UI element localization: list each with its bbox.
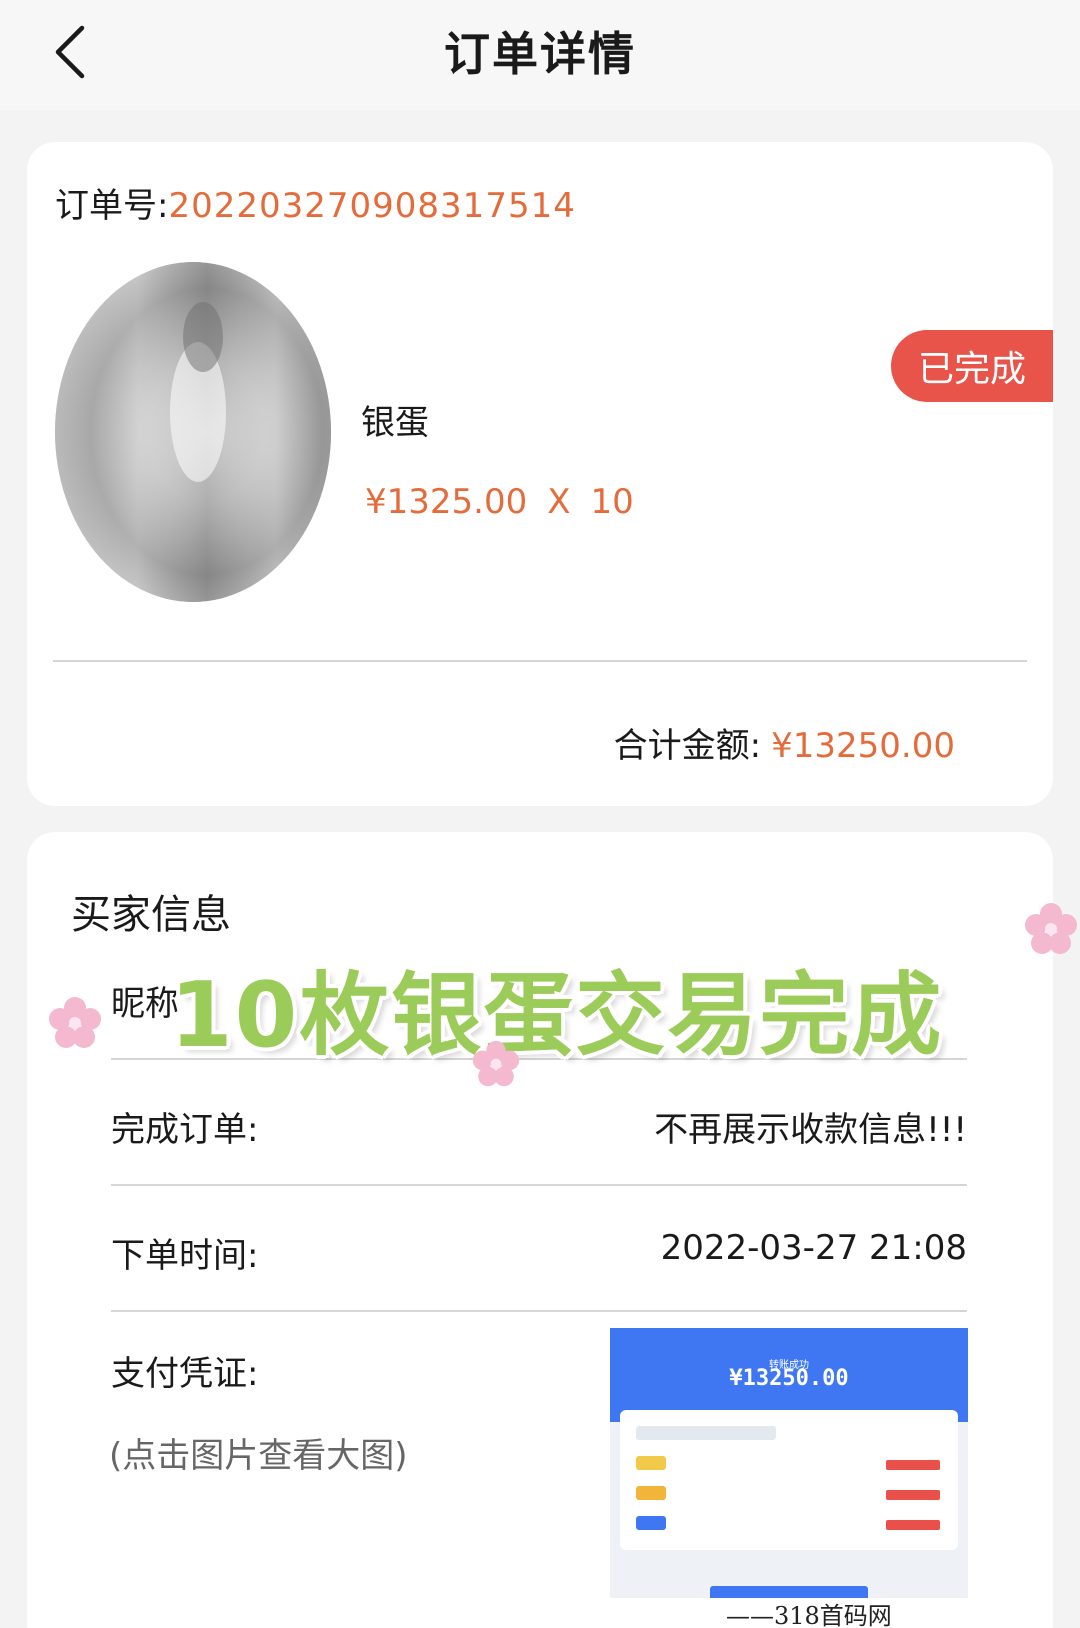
flower-icon bbox=[472, 1040, 520, 1087]
receipt-amount: ¥13250.00 bbox=[729, 1366, 849, 1391]
receipt-icon bbox=[636, 1516, 666, 1530]
order-number-value: 20220327090831751​4 bbox=[168, 186, 576, 226]
flower-icon bbox=[49, 997, 101, 1048]
order-total: 合计金额: ¥13250.00 bbox=[614, 718, 955, 767]
product-price: ¥1325.00 bbox=[365, 482, 528, 522]
complete-order-value: 不再展示收款信息!!! bbox=[654, 1110, 967, 1150]
order-number: 订单号:20220327090831751​4 bbox=[55, 178, 576, 227]
order-card: 订单号:20220327090831751​4 已完成 银蛋 ¥1325.00 bbox=[27, 142, 1053, 806]
receipt-button bbox=[886, 1460, 940, 1470]
receipt-icon bbox=[636, 1486, 666, 1500]
order-time-row: 下单时间: 2022-03-27 21:08 bbox=[111, 1188, 967, 1312]
product-name: 银蛋 bbox=[361, 403, 429, 443]
top-bar: 订单详情 bbox=[0, 0, 1080, 110]
receipt-body bbox=[620, 1410, 958, 1550]
receipt-button bbox=[886, 1490, 940, 1500]
page-title: 订单详情 bbox=[444, 27, 636, 81]
product-price-line: ¥1325.00 X 10 bbox=[365, 482, 654, 522]
payment-proof-image[interactable]: 转账成功 ¥13250.00 bbox=[610, 1328, 968, 1598]
overlay-caption: 10枚银蛋交易完成 bbox=[170, 963, 944, 1068]
order-time-label: 下单时间: bbox=[111, 1236, 259, 1276]
product-image[interactable] bbox=[53, 242, 333, 602]
section-title: 买家信息 bbox=[71, 892, 231, 938]
receipt-icon bbox=[636, 1456, 666, 1470]
flower-icon bbox=[1025, 903, 1077, 954]
multiplier-sign: X bbox=[547, 482, 571, 522]
nickname-label: 昵称 bbox=[111, 984, 179, 1024]
receipt-header: 转账成功 ¥13250.00 bbox=[610, 1328, 968, 1422]
receipt-line bbox=[636, 1426, 776, 1440]
divider bbox=[53, 660, 1027, 662]
total-amount: ¥13250.00 bbox=[771, 726, 955, 766]
complete-order-label: 完成订单: bbox=[111, 1110, 259, 1150]
complete-order-row: 完成订单: 不再展示收款信息!!! bbox=[111, 1062, 967, 1186]
watermark: ——318首码网 www.E318.com bbox=[726, 1602, 892, 1628]
payment-proof-hint: (点击图片查看大图) bbox=[109, 1436, 408, 1476]
receipt-button bbox=[886, 1520, 940, 1530]
total-label: 合计金额: bbox=[613, 726, 762, 766]
status-badge: 已完成 bbox=[891, 330, 1053, 402]
product-quantity: 10 bbox=[590, 482, 634, 522]
order-time-value: 2022-03-27 21:08 bbox=[660, 1228, 967, 1268]
order-number-label: 订单号: bbox=[55, 186, 169, 226]
payment-proof-label: 支付凭证: bbox=[111, 1354, 259, 1394]
